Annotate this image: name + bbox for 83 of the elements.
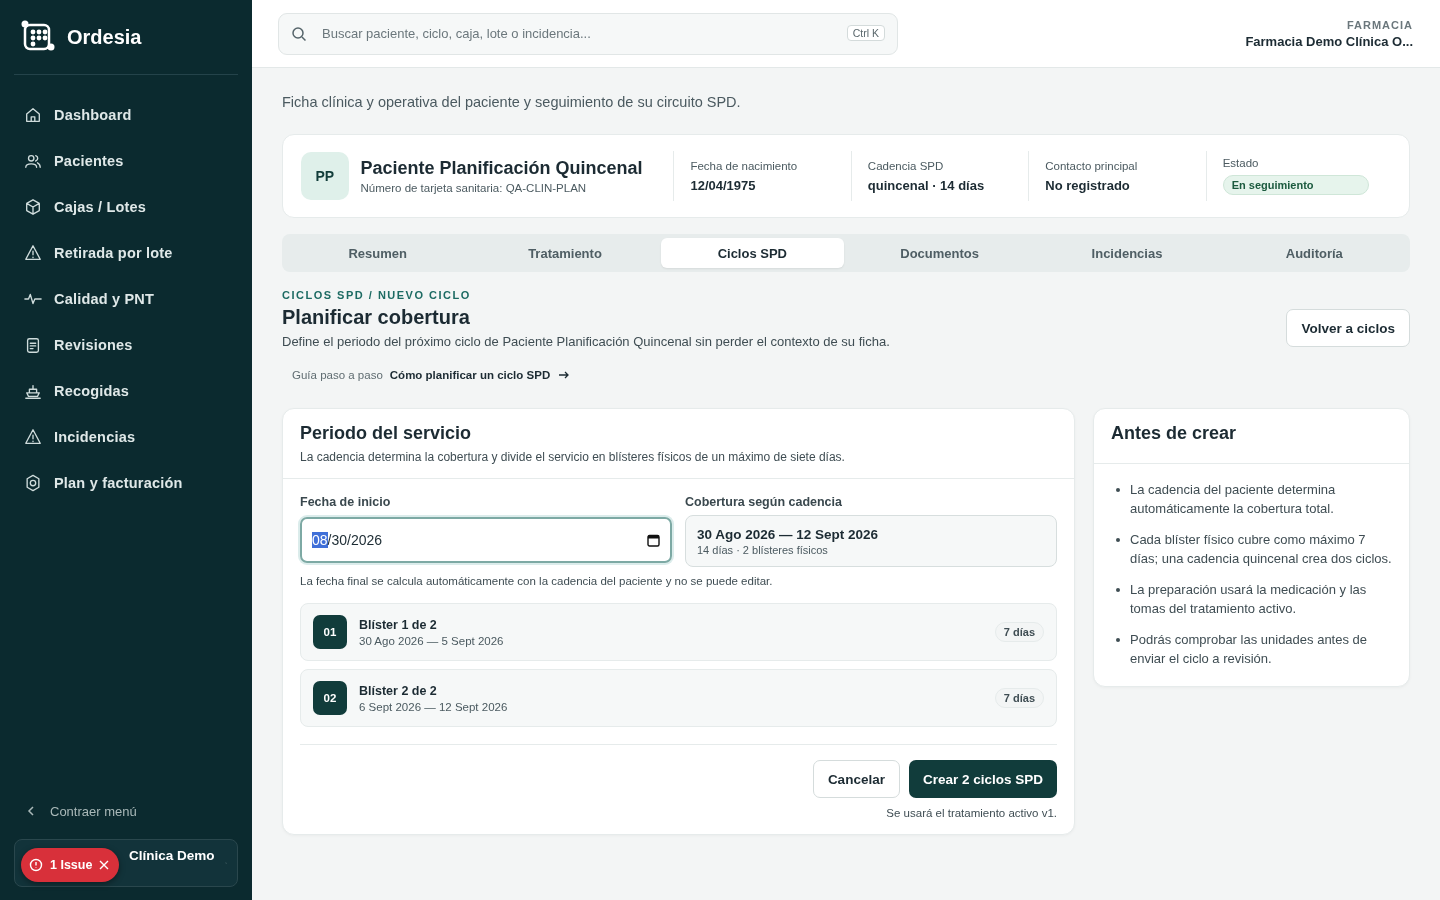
fact-value: No registrado [1045, 177, 1131, 193]
account-name: Clínica Demo [129, 847, 215, 863]
section-title: Planificar cobertura [282, 306, 471, 329]
blister-range: 6 Sept 2026 — 12 Sept 2026 [359, 700, 509, 713]
account-switcher[interactable]: 1 Issue Clínica Demo [14, 839, 238, 887]
breadcrumb: CICLOS SPD / NUEVO CICLO [282, 289, 472, 301]
warning-icon [24, 244, 42, 262]
chevron-left-icon [26, 805, 36, 817]
card-title: Periodo del servicio [300, 423, 473, 444]
coverage-detail: 14 días · 2 blísteres físicos [697, 543, 829, 556]
note-text: La preparación usará la medicación y las tomas del tratamiento activo. [1130, 581, 1368, 618]
organization-name[interactable]: Farmacia Demo Clínica O... [1245, 33, 1413, 49]
card-description: La cadencia determina la cobertura y divide el servicio en blísteres físicos de un máximo de siete días. [300, 450, 846, 464]
nav-item[interactable]: Incidencias [14, 414, 238, 460]
nav-item[interactable]: Pacientes [14, 138, 238, 184]
warning-icon [24, 428, 42, 446]
fact-label: Estado [1222, 157, 1260, 169]
fact-label: Fecha de nacimiento [690, 159, 799, 172]
tab[interactable]: Ciclos SPD [660, 238, 844, 268]
bullet-icon [1116, 588, 1120, 592]
text-selection: 08 [312, 532, 328, 548]
fact-label: Contacto principal [1045, 159, 1139, 172]
nav-item[interactable]: Revisiones [14, 322, 238, 368]
card-title: Antes de crear [1111, 423, 1238, 444]
tab[interactable]: Tratamiento [473, 238, 657, 268]
home-icon [24, 106, 42, 124]
note-text: La cadencia del paciente determina automáticamente la cobertura total. [1130, 481, 1337, 518]
brand-name: Ordesia [67, 25, 142, 49]
patient-name: Paciente Planificación Quincenal [360, 158, 644, 179]
create-button[interactable]: Crear 2 ciclos SPD [908, 760, 1057, 798]
guide-link[interactable]: Cómo planificar un ciclo SPD [389, 369, 571, 381]
coverage-range: 30 Ago 2026 — 12 Sept 2026 [697, 526, 880, 542]
back-button[interactable]: Volver a ciclos [1286, 309, 1410, 347]
bullet-icon [1116, 638, 1120, 642]
blister-number: 01 [313, 615, 347, 649]
tab[interactable]: Auditoría [1222, 238, 1406, 268]
cancel-button[interactable]: Cancelar [812, 760, 900, 798]
organization-label: FARMACIA [1346, 18, 1413, 31]
tab[interactable]: Resumen [286, 238, 470, 268]
section-description: Define el periodo del próximo ciclo de Paciente Planificación Quincenal sin perder el contexto de su ficha. [282, 334, 890, 349]
issue-count: 1 Issue [50, 858, 93, 872]
issue-badge[interactable]: 1 Issue [21, 848, 119, 882]
blister-number: 02 [313, 681, 347, 715]
days-badge: 7 días [994, 688, 1044, 708]
nav-item[interactable]: Recogidas [14, 368, 238, 414]
nav-item[interactable]: Dashboard [14, 92, 238, 138]
field-hint: La fecha final se calcula automáticamente con la cadencia del paciente y no se puede editar. [300, 575, 774, 587]
field-label: Cobertura según cadencia [685, 495, 843, 509]
patient-initials: PP [301, 152, 349, 200]
days-badge: 7 días [994, 622, 1044, 642]
blister-title: Blíster 1 de 2 [359, 617, 438, 632]
field-label: Fecha de inicio [300, 495, 392, 509]
nav-item[interactable]: Retirada por lote [14, 230, 238, 276]
tray-icon [24, 382, 42, 400]
clipboard-icon [24, 336, 42, 354]
page-subtitle: Ficha clínica y operativa del paciente y seguimiento de su circuito SPD. [282, 94, 742, 110]
arrow-right-icon [558, 370, 571, 380]
fact-label: Cadencia SPD [867, 159, 945, 172]
health-card-number: Número de tarjeta sanitaria: QA-CLIN-PLAN [360, 182, 588, 194]
bullet-icon [1116, 538, 1120, 542]
status-badge: En seguimiento [1222, 175, 1369, 195]
note-text: Cada blíster físico cubre como máximo 7 días; una cadencia quincenal crea dos ciclos. [1130, 531, 1392, 568]
note-text: Podrás comprobar las unidades antes de enviar el ciclo a revisión. [1130, 631, 1369, 668]
search-icon [291, 25, 307, 42]
tab[interactable]: Incidencias [1035, 238, 1219, 268]
fact-value: quincenal · 14 días [867, 177, 986, 193]
blister-title: Blíster 2 de 2 [359, 683, 438, 698]
users-icon [24, 152, 42, 170]
close-icon[interactable] [99, 860, 110, 870]
calendar-icon [647, 533, 660, 547]
footnote: Se usará el tratamiento activo v1. [886, 807, 1057, 819]
box-icon [24, 198, 42, 216]
guide-label: Guía paso a paso [292, 369, 383, 381]
blister-range: 30 Ago 2026 — 5 Sept 2026 [359, 634, 505, 647]
fact-value: 12/04/1975 [690, 177, 757, 193]
alert-icon [29, 858, 43, 872]
nav-item[interactable]: Calidad y PNT [14, 276, 238, 322]
collapse-menu-link[interactable]: Contraer menú [14, 796, 238, 826]
bullet-icon [1116, 488, 1120, 492]
gear-icon [24, 474, 42, 492]
nav-item[interactable]: Plan y facturación [14, 460, 238, 506]
nav-item[interactable]: Cajas / Lotes [14, 184, 238, 230]
tab[interactable]: Documentos [848, 238, 1032, 268]
